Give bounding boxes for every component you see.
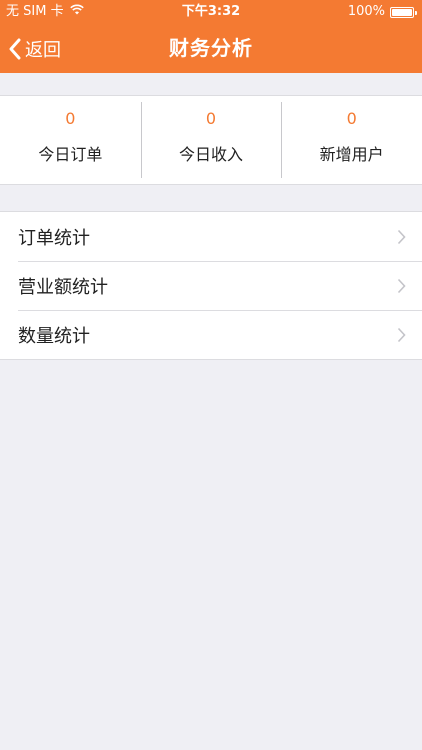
battery-text: 100% (347, 4, 385, 19)
battery-icon (390, 6, 417, 18)
stats-panel: 0 今日订单 0 今日收入 0 新增用户 (0, 95, 422, 185)
stat-today-income: 0 今日收入 (140, 96, 282, 184)
menu-item-order-statistics[interactable]: 订单统计 (0, 212, 422, 261)
chevron-right-icon (397, 327, 406, 343)
page-title: 财务分析 (169, 36, 253, 60)
status-right: 100% (347, 0, 417, 24)
nav-bar: 返回 财务分析 (0, 24, 422, 73)
menu-item-label: 订单统计 (18, 227, 90, 249)
chevron-right-icon (397, 278, 406, 294)
menu-item-quantity-statistics[interactable]: 数量统计 (0, 310, 422, 359)
status-bar: 无 SIM 卡 下午3:32 100% (0, 0, 422, 24)
stat-label: 新增用户 (319, 145, 384, 164)
stat-value: 0 (346, 109, 357, 128)
stat-label: 今日收入 (179, 145, 244, 164)
stat-value: 0 (205, 109, 217, 128)
menu-item-label: 数量统计 (18, 325, 90, 347)
chevron-right-icon (397, 229, 406, 245)
menu-item-revenue-statistics[interactable]: 营业额统计 (0, 261, 422, 310)
app-header: 无 SIM 卡 下午3:32 100% 返回 财务分析 (0, 0, 422, 73)
menu-item-label: 营业额统计 (18, 276, 108, 298)
stat-label: 今日订单 (38, 145, 103, 164)
stat-new-users: 0 新增用户 (281, 96, 422, 184)
stat-value: 0 (65, 109, 76, 128)
statistics-menu: 订单统计 营业额统计 数量统计 (0, 211, 422, 360)
stat-today-orders: 0 今日订单 (0, 96, 141, 184)
